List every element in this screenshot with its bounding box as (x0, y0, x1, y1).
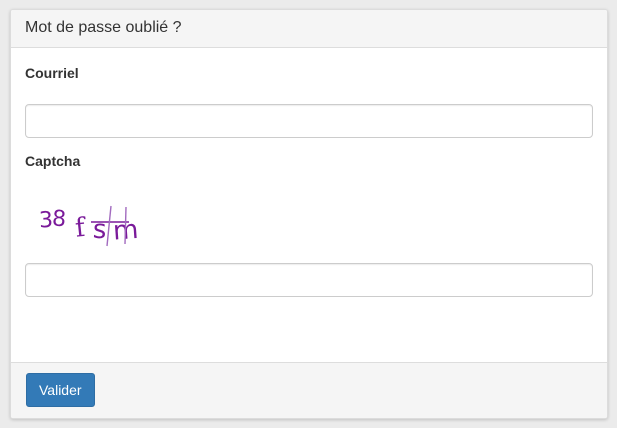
captcha-label: Captcha (25, 153, 81, 169)
captcha-char: 8 (51, 206, 67, 232)
email-label: Courriel (25, 65, 79, 81)
submit-button[interactable]: Valider (26, 373, 95, 407)
panel-footer: Valider (11, 362, 607, 418)
captcha-noise-line (106, 205, 112, 247)
captcha-field[interactable] (25, 263, 593, 297)
panel-heading: Mot de passe oublié ? (11, 10, 607, 48)
panel-title: Mot de passe oublié ? (25, 19, 182, 36)
email-field[interactable] (25, 104, 593, 138)
captcha-image: 3 8 f s m (38, 205, 139, 247)
captcha-char: f (74, 213, 89, 244)
panel-body: Courriel Captcha 3 8 f s m (11, 48, 607, 364)
forgot-password-panel: Mot de passe oublié ? Courriel Captcha 3… (10, 9, 608, 419)
captcha-noise-line (124, 206, 127, 245)
captcha-char: s (92, 215, 107, 246)
